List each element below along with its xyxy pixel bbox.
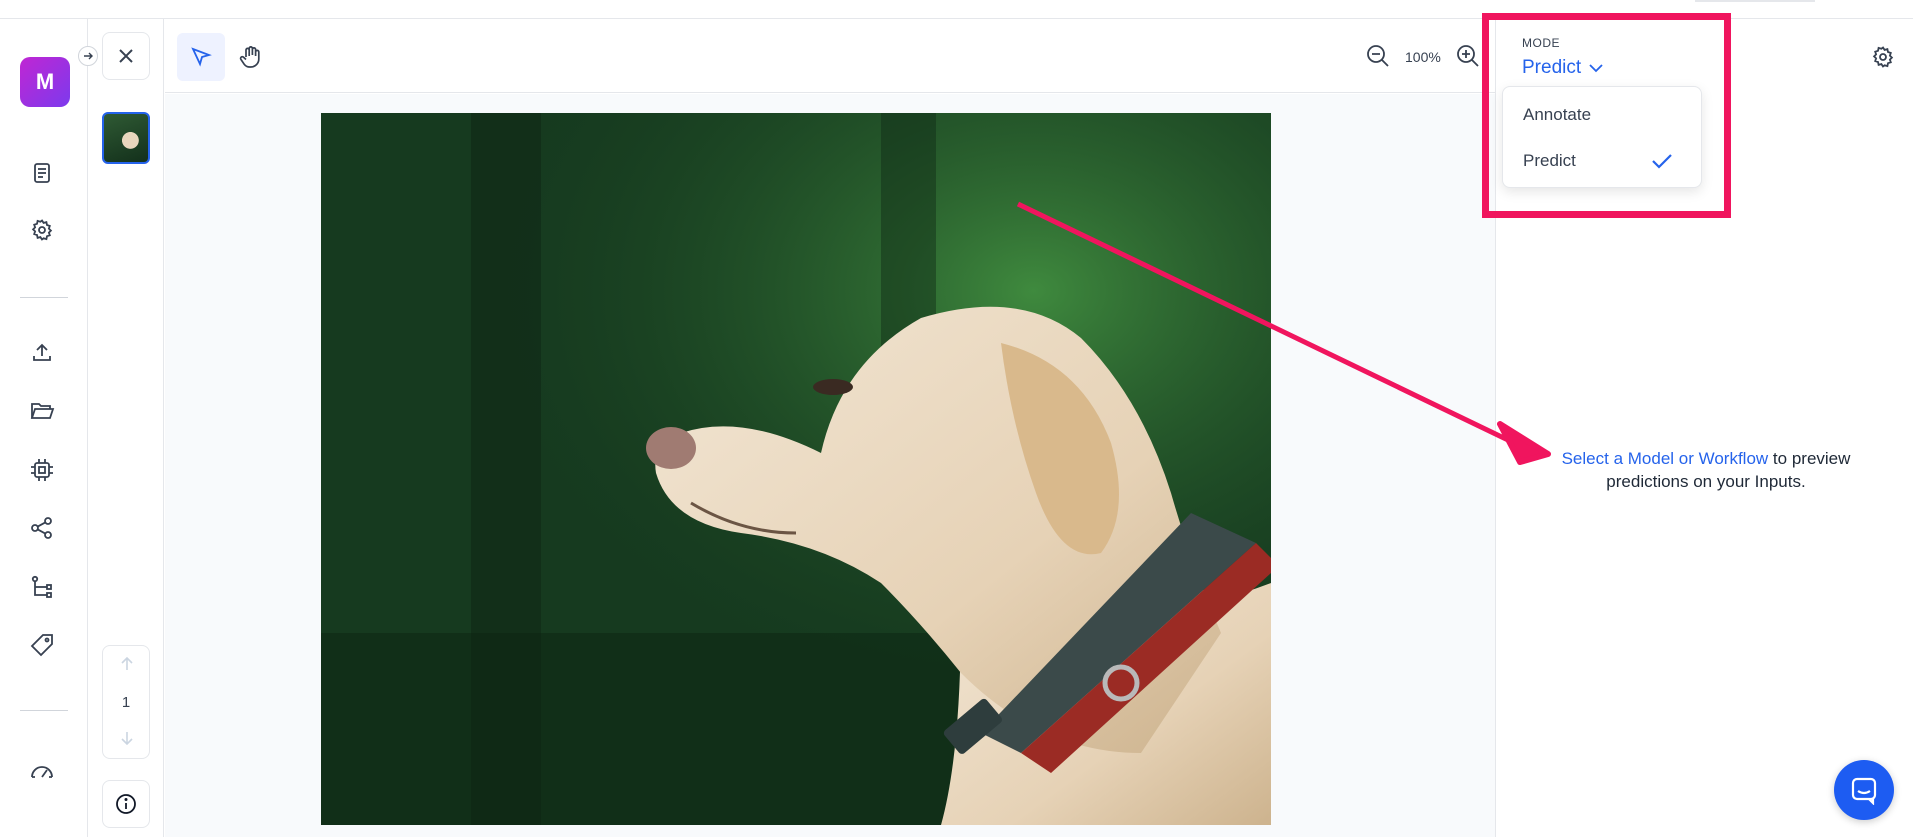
tag-icon[interactable] — [26, 629, 58, 661]
close-button[interactable] — [102, 32, 150, 80]
mode-option-label: Predict — [1523, 151, 1576, 170]
mode-option-label: Annotate — [1523, 105, 1592, 124]
check-icon — [1652, 154, 1672, 169]
input-thumbnail[interactable] — [102, 112, 150, 164]
mode-option-predict[interactable]: Predict — [1503, 141, 1703, 181]
zoom-in-icon — [1457, 45, 1479, 67]
empty-predictions-message: Select a Model or Workflow to preview pr… — [1536, 447, 1876, 493]
folder-open-icon[interactable] — [26, 395, 58, 427]
select-tool-button[interactable] — [177, 33, 225, 81]
document-icon[interactable] — [26, 157, 58, 189]
app-logo[interactable]: M — [20, 57, 70, 107]
zoom-level: 100% — [1405, 49, 1441, 65]
pan-tool-button[interactable] — [227, 33, 275, 81]
workflow-icon[interactable] — [26, 571, 58, 603]
top-bar — [0, 0, 1913, 19]
chat-button[interactable] — [1834, 760, 1894, 820]
zoom-out-button[interactable] — [1365, 43, 1391, 74]
select-model-link[interactable]: Select a Model or Workflow — [1562, 449, 1769, 468]
chat-icon — [1851, 777, 1877, 805]
close-icon — [119, 49, 133, 63]
upload-icon[interactable] — [26, 337, 58, 369]
panel-settings-button[interactable] — [1871, 45, 1895, 74]
cpu-chip-icon[interactable] — [26, 454, 58, 486]
settings-icon — [1872, 46, 1894, 68]
share-icon[interactable] — [26, 512, 58, 544]
mode-select-value: Predict — [1522, 57, 1582, 78]
chevron-down-icon — [1589, 64, 1603, 73]
mode-option-annotate[interactable]: Annotate — [1503, 95, 1703, 135]
expand-sidebar-button[interactable] — [78, 46, 98, 66]
left-sidebar: M — [0, 19, 88, 837]
hand-icon — [239, 46, 260, 68]
page-down-icon[interactable] — [117, 728, 137, 748]
zoom-out-icon — [1367, 45, 1389, 67]
mode-label: MODE — [1522, 36, 1560, 50]
page-number: 1 — [121, 694, 131, 711]
input-image[interactable] — [321, 113, 1271, 825]
top-bar-stub — [1695, 0, 1815, 2]
info-button[interactable] — [102, 780, 150, 828]
zoom-in-button[interactable] — [1455, 43, 1481, 74]
pointer-icon — [191, 47, 212, 67]
page-up-icon[interactable] — [117, 654, 137, 674]
mode-dropdown: Annotate Predict — [1502, 86, 1702, 188]
gauge-icon[interactable] — [26, 753, 58, 785]
pager: 1 — [102, 645, 150, 759]
dog-photo — [321, 113, 1271, 825]
mode-select[interactable]: Predict — [1522, 57, 1603, 79]
info-icon — [116, 794, 136, 814]
image-canvas[interactable] — [165, 94, 1495, 837]
sidebar-divider — [20, 297, 68, 298]
canvas-toolbar: 100% — [165, 19, 1495, 93]
thumbnail-column: 1 — [89, 19, 164, 837]
settings-icon[interactable] — [26, 214, 58, 246]
sidebar-divider — [20, 710, 68, 711]
right-panel: MODE Predict Annotate Predict Select a M… — [1495, 19, 1913, 837]
